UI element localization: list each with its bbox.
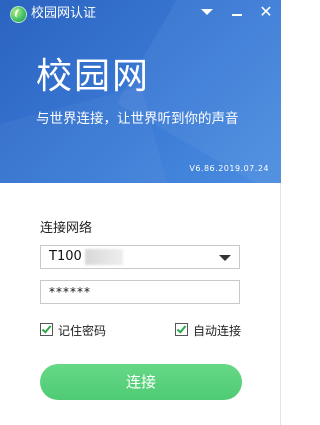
window-title: 校园网认证 xyxy=(31,6,97,21)
hero-title: 校园网 xyxy=(36,56,151,97)
auto-connect-label: 自动连接 xyxy=(193,324,242,338)
password-value: ****** xyxy=(49,285,91,299)
chevron-down-icon[interactable] xyxy=(219,255,231,261)
remember-password-label: 记住密码 xyxy=(58,324,107,338)
chevron-down-icon[interactable] xyxy=(196,2,218,22)
slogan-text: 与世界连接，让世界听到你的声音 xyxy=(36,111,239,127)
minimize-icon[interactable] xyxy=(226,2,248,22)
window-border xyxy=(280,183,281,425)
version-label: V6.86.2019.07.24 xyxy=(189,164,269,173)
login-form: 连接网络 T100 ****** 记住密码 自动连接 连接 xyxy=(0,183,281,425)
app-logo-icon xyxy=(10,6,27,23)
title-bar[interactable]: 校园网认证 ✕ xyxy=(0,0,281,28)
checkbox-checked-icon[interactable] xyxy=(40,323,53,336)
password-field[interactable]: ****** xyxy=(40,280,240,304)
checkbox-checked-icon[interactable] xyxy=(175,323,188,336)
network-select-value: T100 xyxy=(49,249,82,264)
connect-network-label: 连接网络 xyxy=(40,221,93,236)
login-window: 校园网认证 ✕ 校园网 与世界连接，让世界听到你的声音 V6.86.2019.0… xyxy=(0,0,281,425)
close-icon[interactable]: ✕ xyxy=(255,2,277,22)
header-banner: 校园网认证 ✕ 校园网 与世界连接，让世界听到你的声音 V6.86.2019.0… xyxy=(0,0,281,183)
connect-button[interactable]: 连接 xyxy=(40,364,242,400)
network-select[interactable]: T100 xyxy=(40,245,240,269)
redacted-mask xyxy=(85,249,123,265)
